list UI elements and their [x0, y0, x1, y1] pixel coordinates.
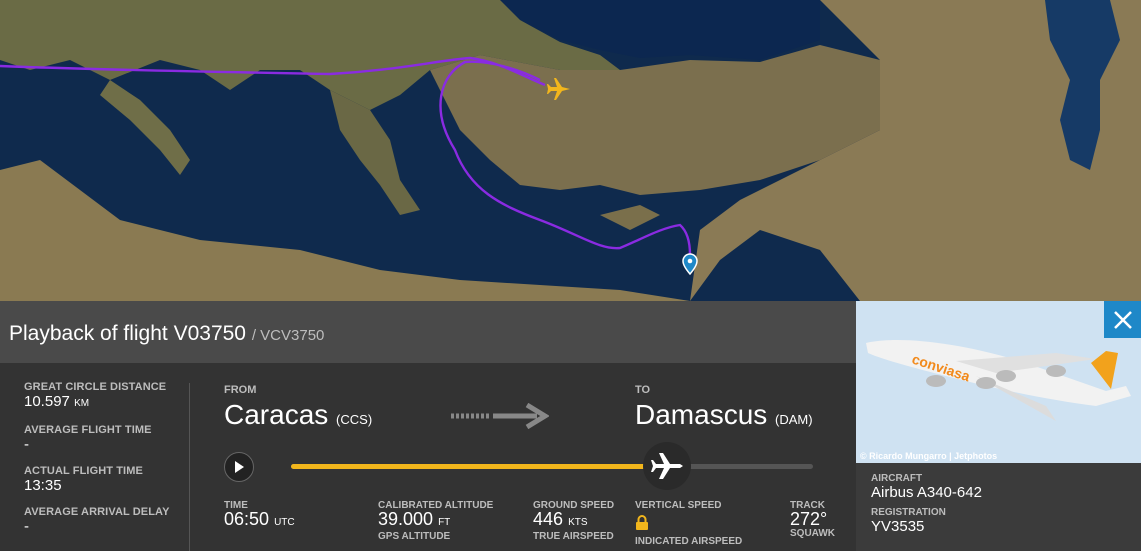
average-flight-time: AVERAGE FLIGHT TIME -	[24, 424, 152, 453]
metric-vertical-speed: VERTICAL SPEED INDICATED AIRSPEED	[635, 500, 743, 547]
divider	[189, 383, 190, 551]
airplane-icon	[650, 453, 683, 479]
average-arrival-delay: AVERAGE ARRIVAL DELAY -	[24, 506, 170, 535]
route-arrow-icon	[451, 403, 549, 429]
playback-handle[interactable]	[642, 442, 691, 490]
close-button[interactable]	[1104, 301, 1141, 338]
flight-number: Playback of flight V03750	[9, 322, 246, 345]
aircraft-sidebar: conviasa © Ricardo Mungarro | Jetphotos …	[856, 301, 1141, 551]
flight-callsign: / VCV3750	[251, 327, 325, 344]
play-button[interactable]	[224, 452, 254, 482]
to-city: Damascus (DAM)	[635, 399, 813, 430]
aircraft-photo[interactable]: conviasa © Ricardo Mungarro | Jetphotos	[856, 301, 1141, 463]
playback-progress	[291, 464, 667, 469]
metric-ground-speed: GROUND SPEED 446 KTS TRUE AIRSPEED	[533, 500, 615, 542]
flight-title-bar: Playback of flight V03750 / VCV3750	[0, 301, 856, 363]
photo-credit[interactable]: © Ricardo Mungarro | Jetphotos	[860, 451, 997, 461]
metric-time: TIME 06:50 UTC	[224, 500, 295, 529]
close-icon	[1113, 310, 1132, 329]
to-label: TO	[635, 384, 651, 396]
great-circle-distance: GREAT CIRCLE DISTANCE 10.597 KM	[24, 381, 167, 410]
from-label: FROM	[224, 384, 257, 396]
flight-title: Playback of flight V03750 / VCV3750	[9, 322, 324, 346]
play-icon	[235, 461, 244, 473]
playback-slider[interactable]	[291, 464, 813, 469]
map[interactable]	[0, 0, 1141, 301]
aircraft-image: conviasa	[856, 301, 1141, 463]
flight-info-panel: GREAT CIRCLE DISTANCE 10.597 KM AVERAGE …	[0, 363, 856, 551]
aircraft-details: AIRCRAFT Airbus A340-642 REGISTRATION YV…	[871, 473, 982, 535]
actual-flight-time: ACTUAL FLIGHT TIME 13:35	[24, 465, 143, 494]
lock-icon[interactable]	[635, 515, 649, 531]
metric-track: TRACK 272° SQUAWK	[790, 500, 835, 539]
flight-stats: GREAT CIRCLE DISTANCE 10.597 KM AVERAGE …	[24, 381, 184, 547]
metric-calibrated-altitude: CALIBRATED ALTITUDE 39.000 FT GPS ALTITU…	[378, 500, 494, 542]
from-city: Caracas (CCS)	[224, 399, 373, 430]
